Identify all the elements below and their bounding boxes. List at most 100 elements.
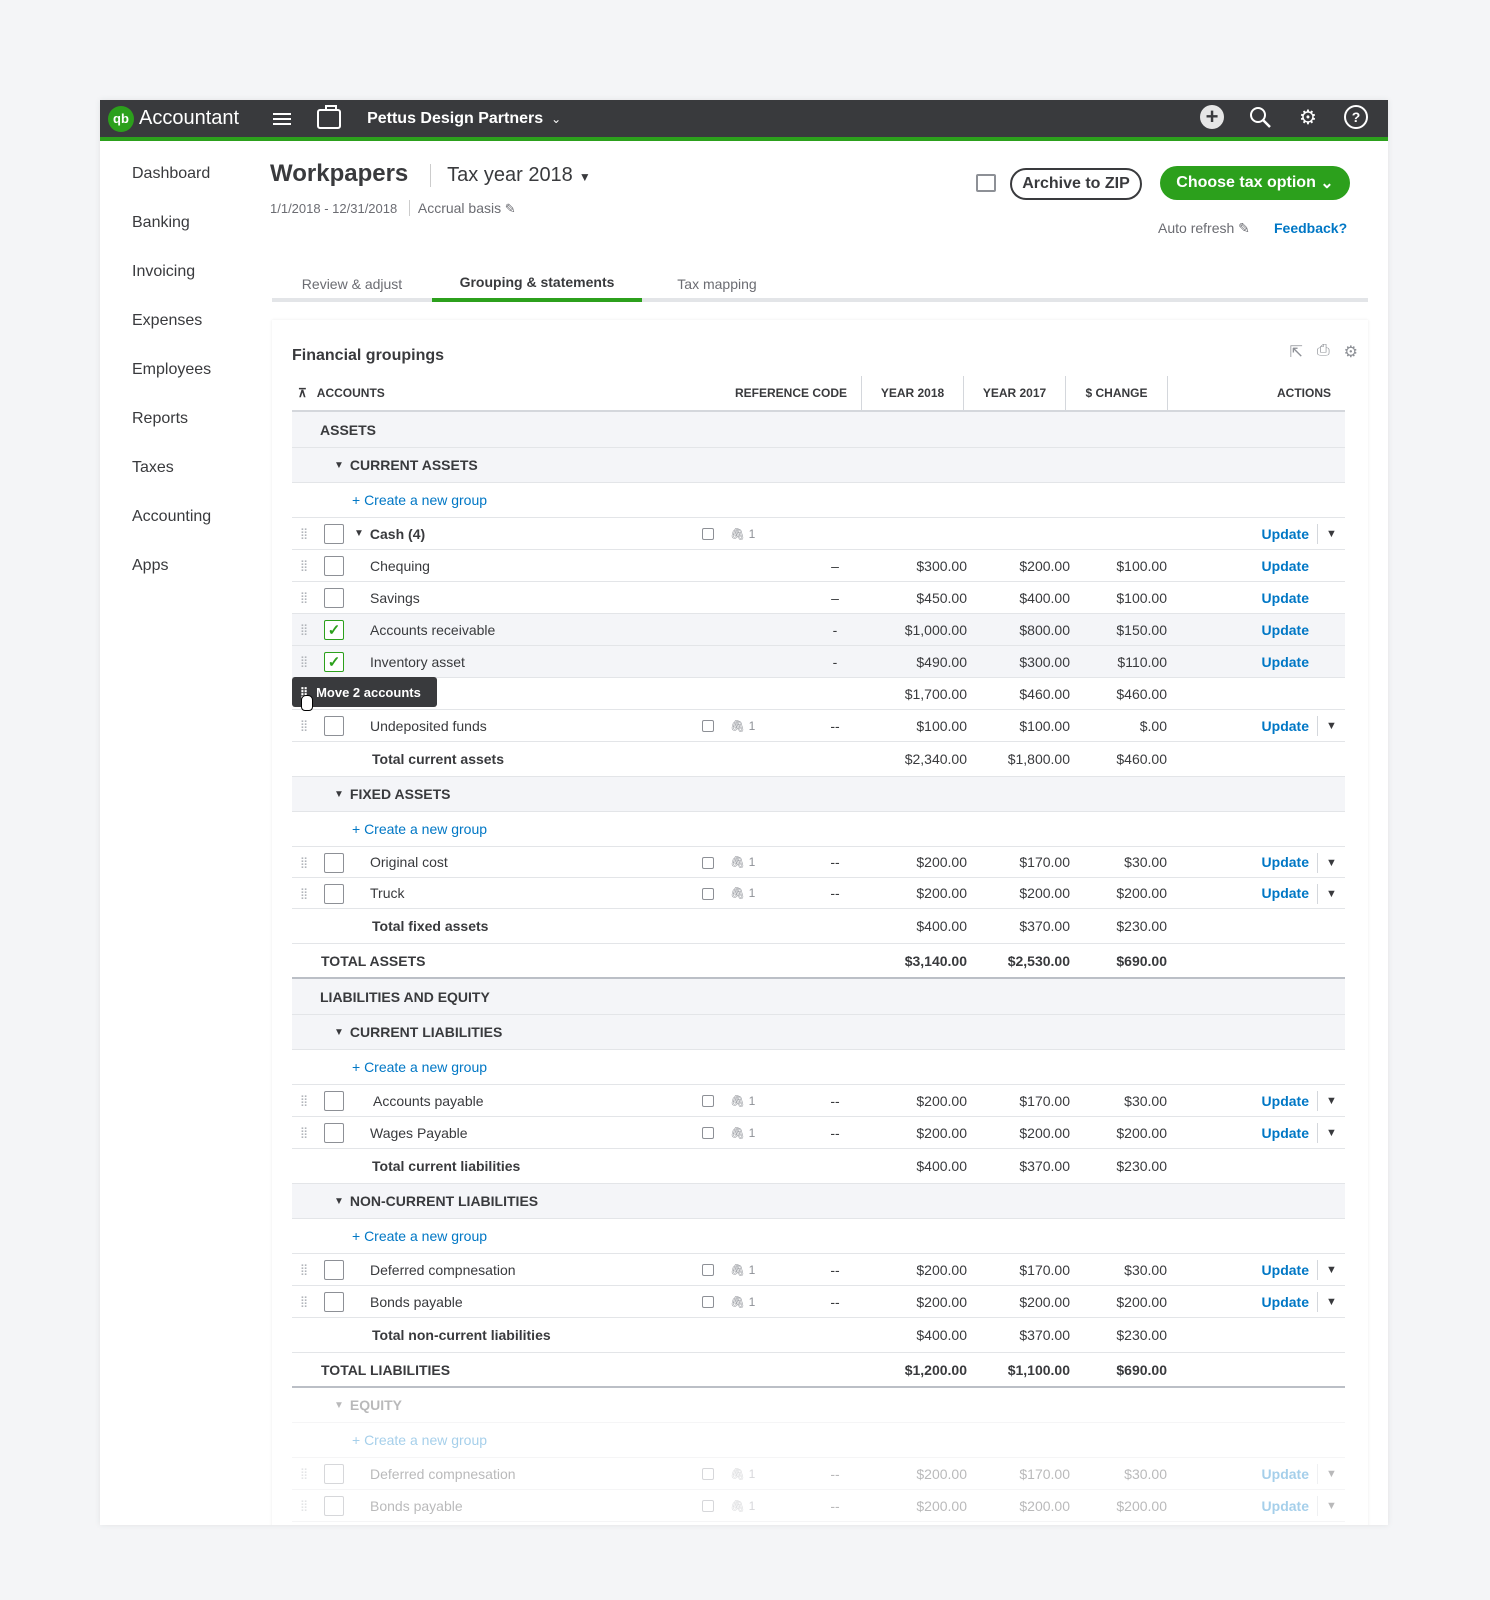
drag-handle-icon[interactable]: ⣿ <box>300 1286 312 1317</box>
group-non-current-liabilities[interactable]: ▼ NON-CURRENT LIABILITIES <box>292 1184 1345 1219</box>
update-link[interactable]: Update <box>1262 1286 1309 1317</box>
sidebar-item-apps[interactable]: Apps <box>132 557 211 606</box>
auto-refresh[interactable]: Auto refresh ✎ <box>1158 220 1250 237</box>
tab-review-adjust[interactable]: Review & adjust <box>272 265 432 302</box>
update-link[interactable]: Update <box>1262 710 1309 741</box>
row-checkbox-checked[interactable]: ✓ <box>324 620 344 640</box>
attachment-icon[interactable]: 🖇 1 <box>730 847 755 877</box>
row-checkbox[interactable] <box>324 1496 344 1516</box>
update-link[interactable]: Update <box>1262 1254 1309 1285</box>
tab-grouping-statements[interactable]: Grouping & statements <box>432 265 642 302</box>
memo-icon[interactable] <box>702 1095 714 1107</box>
attachment-icon[interactable]: 🖇 1 <box>730 878 755 908</box>
row-menu-caret-icon[interactable]: ▼ <box>1317 1292 1345 1312</box>
row-checkbox[interactable] <box>324 524 344 544</box>
print-icon[interactable]: ⎙ <box>1317 342 1330 362</box>
table-row[interactable]: ⣿ Bonds payable 🖇 1 -- $200.00 $200.00 $… <box>292 1490 1345 1522</box>
row-checkbox[interactable] <box>324 588 344 608</box>
row-menu-caret-icon[interactable]: ▼ <box>1317 524 1345 544</box>
pencil-icon[interactable]: ✎ <box>505 201 516 216</box>
memo-icon[interactable] <box>702 1296 714 1308</box>
plus-icon[interactable]: + <box>1200 105 1224 129</box>
table-row[interactable]: ⣿ ✓ Accounts receivable - $1,000.00 $800… <box>292 614 1345 646</box>
drag-handle-icon[interactable]: ⣿ <box>300 878 312 908</box>
archive-to-zip-button[interactable]: Archive to ZIP <box>1010 168 1142 200</box>
attachment-icon[interactable]: 🖇 1 <box>730 710 755 741</box>
memo-icon[interactable] <box>702 888 714 900</box>
update-link[interactable]: Update <box>1262 518 1309 549</box>
row-menu-caret-icon[interactable]: ▼ <box>1317 853 1345 873</box>
drag-handle-icon[interactable]: ⣿ <box>300 1490 312 1521</box>
memo-icon[interactable] <box>702 1127 714 1139</box>
sidebar-item-dashboard[interactable]: Dashboard <box>132 165 211 214</box>
row-menu-caret-icon[interactable]: ▼ <box>1317 1464 1345 1484</box>
update-link[interactable]: Update <box>1262 614 1309 645</box>
drag-handle-icon[interactable]: ⣿ <box>300 550 312 581</box>
drag-handle-icon[interactable]: ⣿ <box>300 1254 312 1285</box>
row-menu-caret-icon[interactable]: ▼ <box>1317 1091 1345 1111</box>
table-row[interactable]: ⣿ Undeposited funds 🖇 1 -- $100.00 $100.… <box>292 710 1345 742</box>
row-checkbox[interactable] <box>324 1091 344 1111</box>
attachment-icon[interactable]: 🖇 1 <box>730 1458 755 1489</box>
choose-tax-option-button[interactable]: Choose tax option ⌄ <box>1160 166 1350 200</box>
briefcase-icon[interactable] <box>317 104 342 129</box>
update-link[interactable]: Update <box>1262 1085 1309 1116</box>
row-checkbox[interactable] <box>324 716 344 736</box>
settings-icon[interactable]: ⚙ <box>1344 342 1358 362</box>
attachment-icon[interactable]: 🖇 1 <box>730 1286 755 1317</box>
company-switcher[interactable]: Pettus Design Partners <box>367 110 543 128</box>
memo-icon[interactable] <box>702 720 714 732</box>
create-group-link[interactable]: + Create a new group <box>292 1050 1345 1085</box>
update-link[interactable]: Update <box>1262 550 1309 581</box>
row-checkbox[interactable] <box>324 1292 344 1312</box>
row-menu-caret-icon[interactable]: ▼ <box>1317 1260 1345 1280</box>
create-group-link[interactable]: + Create a new group <box>292 1219 1345 1254</box>
update-link[interactable]: Update <box>1262 582 1309 613</box>
drag-handle-icon[interactable]: ⣿ <box>300 646 312 677</box>
help-icon[interactable]: ? <box>1344 105 1368 129</box>
table-row[interactable]: ⣿ Deferred compnesation 🖇 1 -- $200.00 $… <box>292 1458 1345 1490</box>
drag-handle-icon[interactable]: ⣿ <box>300 582 312 613</box>
sidebar-item-expenses[interactable]: Expenses <box>132 312 211 361</box>
attachment-icon[interactable]: 🖇 1 <box>730 1085 755 1116</box>
drag-handle-icon[interactable]: ⣿ <box>300 1085 312 1116</box>
table-row[interactable]: ⣿ Wages Payable 🖇 1 -- $200.00 $200.00 $… <box>292 1117 1345 1149</box>
attachment-icon[interactable]: 🖇 1 <box>730 1490 755 1521</box>
table-row[interactable]: ⣿ ▼ Cash (4) 🖇 1 Update ▼ <box>292 518 1345 550</box>
update-link[interactable]: Update <box>1262 646 1309 677</box>
drag-handle-icon[interactable]: ⣿ <box>300 1458 312 1489</box>
row-checkbox[interactable] <box>324 1260 344 1280</box>
table-row[interactable]: ⣿ Savings – $450.00 $400.00 $100.00 Upda… <box>292 582 1345 614</box>
logo[interactable]: qb Accountant <box>108 105 239 132</box>
update-link[interactable]: Update <box>1262 878 1309 908</box>
table-row[interactable]: ⣿ Bonds payable 🖇 1 -- $200.00 $200.00 $… <box>292 1286 1345 1318</box>
update-link[interactable]: Update <box>1262 1117 1309 1148</box>
drag-handle-icon[interactable]: ⣿ <box>300 847 312 877</box>
create-group-link[interactable]: + Create a new group <box>292 483 1345 518</box>
memo-icon[interactable] <box>702 528 714 540</box>
row-checkbox[interactable] <box>324 1123 344 1143</box>
row-menu-caret-icon[interactable]: ▼ <box>1317 884 1345 904</box>
update-link[interactable]: Update <box>1262 1490 1309 1521</box>
attachment-icon[interactable]: 🖇 1 <box>730 1254 755 1285</box>
table-row[interactable]: ⣿ Accounts payable 🖇 1 -- $200.00 $170.0… <box>292 1085 1345 1117</box>
export-icon[interactable]: ⇱ <box>1289 342 1302 362</box>
move-accounts-tooltip[interactable]: ⣿ Move 2 accounts <box>292 677 437 707</box>
drag-handle-icon[interactable]: ⣿ <box>300 518 312 549</box>
row-menu-caret-icon[interactable]: ▼ <box>1317 1496 1345 1516</box>
create-group-link[interactable]: + Create a new group <box>292 1423 1345 1458</box>
row-checkbox[interactable] <box>324 853 344 873</box>
drag-handle-icon[interactable]: ⣿ <box>300 1117 312 1148</box>
table-row[interactable]: ⣿ ✓ Inventory asset - $490.00 $300.00 $1… <box>292 646 1345 678</box>
drag-handle-icon[interactable]: ⣿ <box>300 710 312 741</box>
row-checkbox[interactable] <box>324 1464 344 1484</box>
collapse-all-icon[interactable]: ⊼ <box>298 386 307 400</box>
update-link[interactable]: Update <box>1262 847 1309 877</box>
table-row[interactable]: ⣿ Chequing – $300.00 $200.00 $100.00 Upd… <box>292 550 1345 582</box>
gear-icon[interactable]: ⚙ <box>1296 105 1320 129</box>
sidebar-item-employees[interactable]: Employees <box>132 361 211 410</box>
memo-icon[interactable] <box>702 857 714 869</box>
row-checkbox-checked[interactable]: ✓ <box>324 652 344 672</box>
memo-icon[interactable] <box>702 1264 714 1276</box>
drag-handle-icon[interactable]: ⣿ <box>300 614 312 645</box>
